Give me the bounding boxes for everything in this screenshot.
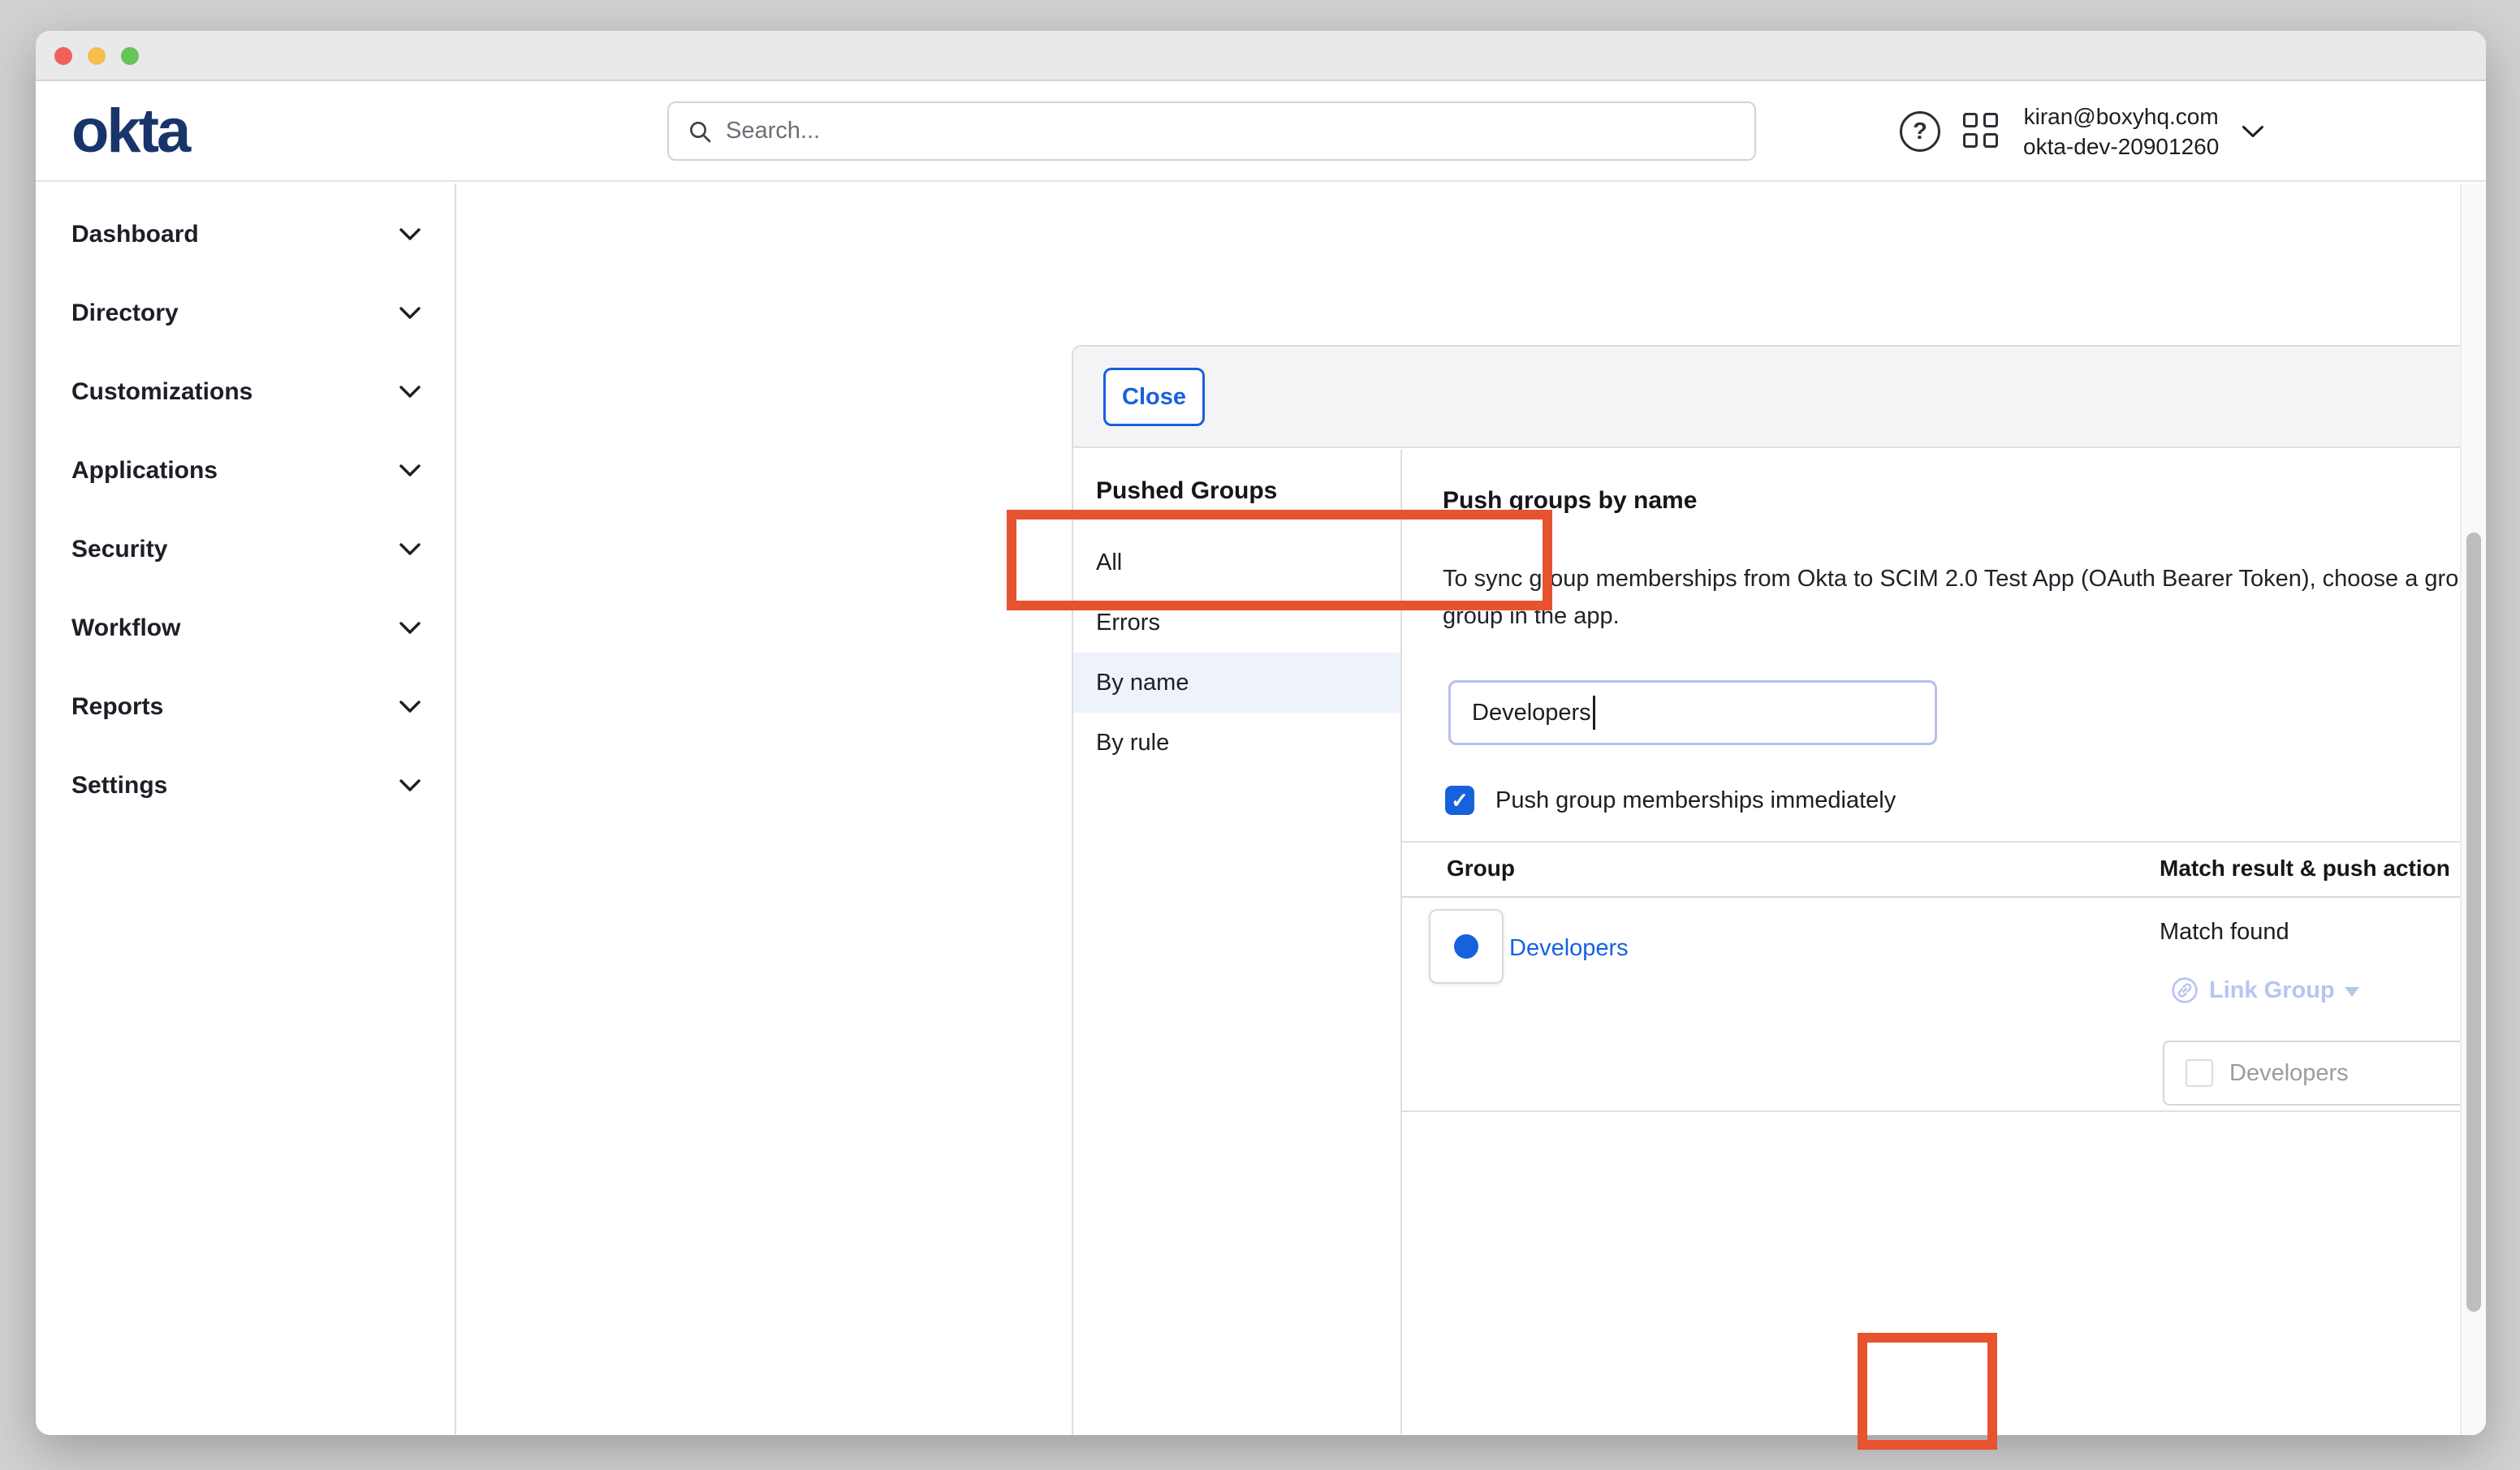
subnav-item-all[interactable]: All: [1073, 532, 1400, 593]
account-org: okta-dev-20901260: [2023, 131, 2219, 162]
sidebar-nav: Dashboard Directory Customizations Appli…: [36, 183, 456, 1435]
table-top-divider: [1402, 841, 2486, 843]
sidebar-item-workflow[interactable]: Workflow: [36, 588, 455, 667]
chevron-down-icon: [399, 622, 421, 634]
search-input[interactable]: Search...: [667, 101, 1756, 161]
app-header: okta Search... kiran@boxyhq.com okta-dev…: [36, 81, 2486, 182]
group-name-link[interactable]: Developers: [1509, 935, 1629, 962]
account-menu[interactable]: kiran@boxyhq.com okta-dev-20901260: [2023, 101, 2219, 162]
link-group-label: Link Group: [2209, 977, 2335, 1004]
desktop: { "colors": { "accent_blue": "#1662dd", …: [0, 0, 2520, 1470]
subnav-item-errors[interactable]: Errors: [1073, 593, 1400, 653]
chevron-down-icon: [399, 228, 421, 240]
chevron-down-icon: [399, 779, 421, 791]
window-titlebar: [36, 31, 2486, 81]
chevron-down-icon: [399, 386, 421, 398]
sidebar-item-directory[interactable]: Directory: [36, 274, 455, 352]
push-immediately-label: Push group memberships immediately: [1495, 787, 1896, 814]
text-cursor: [1593, 696, 1595, 730]
subnav-title: Pushed Groups: [1096, 477, 1277, 505]
link-icon: [2170, 976, 2199, 1005]
header-right-cluster: kiran@boxyhq.com okta-dev-20901260: [1900, 81, 2264, 182]
link-group-action[interactable]: Link Group: [2170, 976, 2359, 1005]
panel-toolbar: Close: [1073, 347, 2486, 448]
window-minimize-button[interactable]: [88, 47, 106, 65]
close-button[interactable]: Close: [1103, 368, 1205, 426]
subnav-item-by-rule[interactable]: By rule: [1073, 713, 1400, 773]
column-header-match: Match result & push action: [2160, 856, 2450, 882]
help-icon[interactable]: [1900, 111, 1940, 152]
apps-grid-icon[interactable]: [1963, 113, 2000, 150]
target-group-select[interactable]: Developers: [2163, 1041, 2486, 1106]
push-groups-panel: Close Pushed Groups All Errors By name B…: [1072, 345, 2486, 1435]
chevron-down-icon: [399, 464, 421, 476]
account-email: kiran@boxyhq.com: [2023, 101, 2219, 131]
pushed-groups-subnav: Pushed Groups All Errors By name By rule: [1073, 450, 1402, 1435]
sidebar-item-security[interactable]: Security: [36, 510, 455, 588]
chevron-down-icon[interactable]: [2242, 125, 2264, 139]
table-header-divider: [1402, 896, 2486, 898]
chevron-down-icon: [399, 543, 421, 555]
description-text: To sync group memberships from Okta to S…: [1443, 560, 2486, 635]
page-title: Push groups by name: [1443, 487, 1697, 515]
window-zoom-button[interactable]: [121, 47, 139, 65]
push-immediately-row[interactable]: Push group memberships immediately: [1445, 786, 1896, 815]
window-close-button[interactable]: [54, 47, 72, 65]
group-name-value: Developers: [1472, 700, 1591, 726]
scrollbar-thumb[interactable]: [2466, 532, 2481, 1312]
push-immediately-checkbox[interactable]: [1445, 786, 1474, 815]
group-placeholder-icon: [2186, 1059, 2213, 1087]
main-area: Close Pushed Groups All Errors By name B…: [458, 183, 2486, 1435]
group-name-input[interactable]: Developers: [1448, 680, 1937, 745]
caret-down-icon: [2345, 987, 2359, 997]
group-icon: [1454, 934, 1478, 959]
row-divider: [1402, 1110, 2486, 1112]
sidebar-item-applications[interactable]: Applications: [36, 431, 455, 510]
chevron-down-icon: [399, 701, 421, 713]
column-header-group: Group: [1447, 856, 1515, 882]
okta-logo: okta: [71, 101, 188, 162]
browser-window: okta Search... kiran@boxyhq.com okta-dev…: [36, 31, 2486, 1435]
sidebar-item-reports[interactable]: Reports: [36, 667, 455, 746]
match-status: Match found: [2160, 919, 2289, 946]
search-icon: [687, 119, 713, 144]
sidebar-item-dashboard[interactable]: Dashboard: [36, 195, 455, 274]
search-placeholder: Search...: [726, 118, 820, 144]
sidebar-item-settings[interactable]: Settings: [36, 746, 455, 825]
push-by-name-form: Push groups by name To sync group member…: [1402, 450, 2486, 1435]
target-group-value: Developers: [2229, 1060, 2486, 1087]
group-avatar: [1429, 909, 1504, 984]
subnav-item-by-name[interactable]: By name: [1073, 653, 1400, 713]
chevron-down-icon: [399, 307, 421, 319]
sidebar-item-customizations[interactable]: Customizations: [36, 352, 455, 431]
